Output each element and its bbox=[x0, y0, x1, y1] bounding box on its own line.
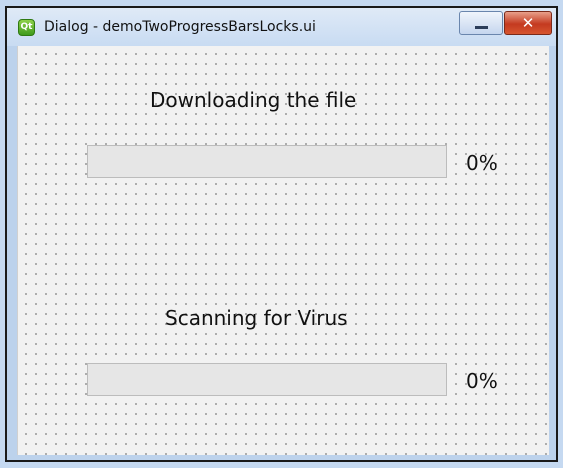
dialog-form-canvas[interactable]: Downloading the file 0% Scanning for Vir… bbox=[17, 46, 549, 455]
download-label[interactable]: Downloading the file bbox=[150, 88, 356, 112]
scan-progress-bar[interactable] bbox=[87, 363, 447, 396]
download-progress-bar[interactable] bbox=[87, 145, 447, 178]
title-bar[interactable]: Qt Dialog - demoTwoProgressBarsLocks.ui … bbox=[7, 8, 556, 46]
close-icon: ✕ bbox=[521, 14, 535, 32]
scan-percent: 0% bbox=[466, 369, 498, 393]
minimize-button[interactable] bbox=[459, 11, 503, 35]
qt-designer-icon: Qt bbox=[18, 19, 35, 36]
minimize-icon bbox=[475, 26, 488, 29]
window-title: Dialog - demoTwoProgressBarsLocks.ui bbox=[44, 19, 316, 35]
close-button[interactable]: ✕ bbox=[504, 11, 552, 35]
window-frame: Qt Dialog - demoTwoProgressBarsLocks.ui … bbox=[5, 6, 558, 462]
download-percent: 0% bbox=[466, 151, 498, 175]
dialog-window: Qt Dialog - demoTwoProgressBarsLocks.ui … bbox=[0, 0, 563, 468]
scan-label[interactable]: Scanning for Virus bbox=[165, 306, 348, 330]
